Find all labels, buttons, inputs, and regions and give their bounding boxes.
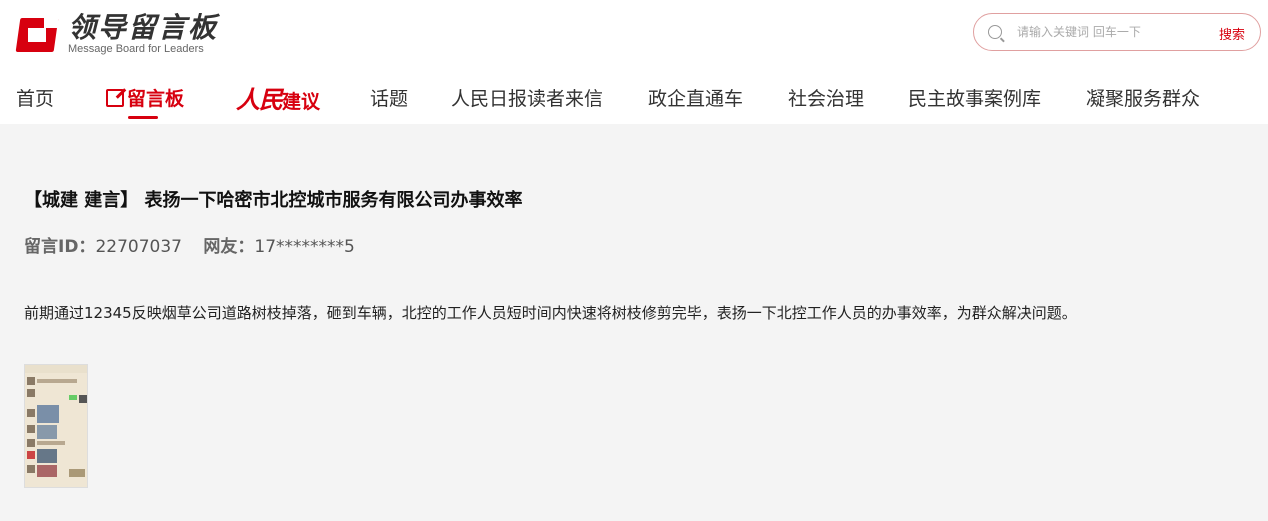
- logo-mark-icon: [15, 14, 60, 54]
- nav-item-people-suggestions-label: 建议: [282, 91, 321, 113]
- search-icon: [988, 25, 1002, 39]
- nav-item-readers-letters[interactable]: 人民日报读者来信: [451, 84, 603, 111]
- search-input[interactable]: [1017, 25, 1197, 39]
- nav-item-social-governance[interactable]: 社会治理: [788, 84, 864, 111]
- logo-title: 领导留言板: [68, 10, 219, 44]
- search-box: 搜索: [973, 13, 1261, 51]
- nav-item-topics[interactable]: 话题: [370, 84, 408, 111]
- message-id-value: 22707037: [95, 237, 182, 257]
- message-meta: 留言ID：22707037 网友：17********5: [24, 232, 371, 257]
- active-tab-indicator: [128, 116, 158, 119]
- message-id-label: 留言ID：: [24, 237, 96, 257]
- logo-subtitle: Message Board for Leaders: [68, 42, 204, 55]
- user-value: 17********5: [254, 237, 355, 257]
- user-label: 网友：: [203, 237, 255, 257]
- nav-item-people-suggestions[interactable]: 人民建议: [236, 80, 320, 115]
- nav-item-message-board[interactable]: 留言板: [106, 84, 184, 111]
- nav-item-message-board-label: 留言板: [127, 88, 185, 110]
- nav-item-home[interactable]: 首页: [16, 84, 54, 111]
- message-body: 前期通过12345反映烟草公司道路树枝掉落，砸到车辆，北控的工作人员短时间内快速…: [24, 304, 1077, 322]
- search-button[interactable]: 搜索: [1219, 24, 1245, 43]
- nav-item-democracy-cases[interactable]: 民主故事案例库: [908, 84, 1041, 111]
- main-nav: 首页 留言板 人民建议 话题 人民日报读者来信 政企直通车 社会治理 民主故事案…: [0, 78, 1268, 119]
- message-detail: 【城建 建言】 表扬一下哈密市北控城市服务有限公司办事效率 留言ID：22707…: [0, 124, 1268, 521]
- attachment-image[interactable]: [24, 364, 88, 488]
- nav-item-serve-masses[interactable]: 凝聚服务群众: [1086, 84, 1200, 111]
- site-logo[interactable]: 领导留言板 Message Board for Leaders: [15, 10, 219, 56]
- people-script-logo: 人民: [236, 85, 283, 114]
- logo-text: 领导留言板 Message Board for Leaders: [68, 10, 219, 56]
- nav-item-gov-enterprise[interactable]: 政企直通车: [648, 84, 743, 111]
- site-header: 领导留言板 Message Board for Leaders 搜索 首页 留言…: [0, 0, 1268, 124]
- message-title: 【城建 建言】 表扬一下哈密市北控城市服务有限公司办事效率: [24, 190, 523, 211]
- edit-icon: [106, 89, 124, 107]
